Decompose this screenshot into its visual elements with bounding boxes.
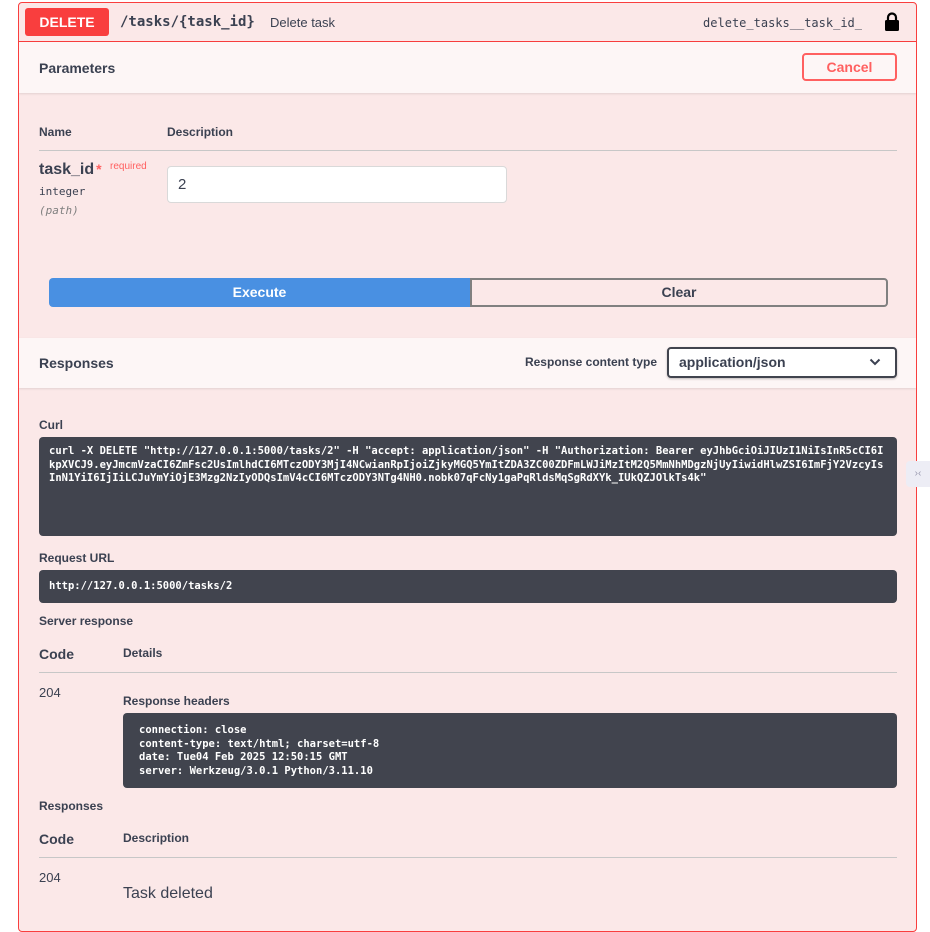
response-code: 204 [39,870,61,885]
param-name-text: task_id [39,161,95,178]
clear-button[interactable]: Clear [470,278,888,307]
responses-col-description: Description [123,831,190,845]
curl-label: Curl [39,418,63,432]
request-url-label: Request URL [39,551,115,565]
request-url-block[interactable]: http://127.0.0.1:5000/tasks/2 [39,570,897,603]
execute-button[interactable]: Execute [49,278,470,307]
param-table-divider [39,150,897,151]
param-location: (path) [39,204,79,217]
param-col-description: Description [167,125,234,139]
lock-icon[interactable] [884,12,900,32]
side-panel-toggle[interactable]: ›‹ [906,461,930,487]
param-type: integer [39,185,86,198]
operation-summary[interactable]: DELETE /tasks/{task_id} Delete task dele… [19,3,916,42]
method-badge: DELETE [25,8,109,36]
task-id-input[interactable]: 2 [167,166,507,203]
server-table-divider [39,672,897,673]
operation-summary-text: Delete task [270,15,336,30]
response-description: Task deleted [123,885,213,902]
param-required-label: required [110,161,147,172]
operation-id: delete_tasks__task_id_ [703,16,862,30]
required-star: * [96,161,102,177]
response-content-type-label: Response content type [524,355,657,369]
parameters-title: Parameters [39,60,116,76]
operation-path: /tasks/{task_id} [120,14,255,30]
server-col-details: Details [123,646,163,660]
param-col-name: Name [39,125,72,139]
responses-header-title: Responses [39,355,114,371]
server-response-code: 204 [39,685,61,700]
chevron-down-icon [869,358,881,366]
responses-table-divider [39,857,897,858]
response-content-type-select[interactable]: application/json [667,347,897,378]
param-name: task_id * [39,161,102,179]
responses-col-code: Code [39,831,74,847]
response-content-type-value: application/json [679,354,786,370]
response-headers-block[interactable]: connection: close content-type: text/htm… [123,713,897,788]
server-response-label: Server response [39,614,134,628]
server-col-code: Code [39,646,74,662]
responses-label: Responses [39,799,104,813]
curl-command-block[interactable]: curl -X DELETE "http://127.0.0.1:5000/ta… [39,437,897,536]
responses-header: Responses Response content type applicat… [19,338,916,388]
parameters-header: Parameters Cancel [19,42,916,93]
delete-operation-block: DELETE /tasks/{task_id} Delete task dele… [18,2,917,932]
response-headers-label: Response headers [123,694,230,708]
cancel-button[interactable]: Cancel [802,53,897,81]
